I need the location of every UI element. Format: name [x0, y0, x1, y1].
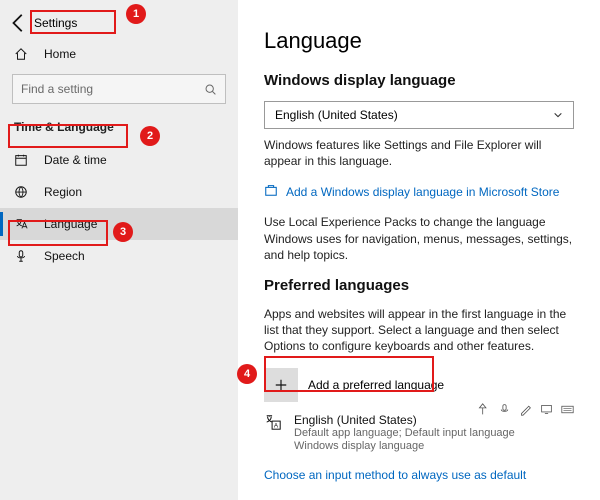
search-placeholder: Find a setting: [21, 82, 204, 96]
preferred-languages-desc: Apps and websites will appear in the fir…: [264, 306, 574, 355]
nav-label: Speech: [44, 249, 85, 263]
speech-recognition-icon: [498, 403, 511, 416]
search-input[interactable]: Find a setting: [12, 74, 226, 104]
plus-icon: [274, 378, 288, 392]
handwriting-icon: [519, 403, 532, 416]
home-icon: [14, 47, 34, 61]
add-button[interactable]: [264, 368, 298, 402]
nav-label: Region: [44, 185, 82, 199]
display-language-desc: Windows features like Settings and File …: [264, 137, 574, 169]
store-language-link[interactable]: Add a Windows display language in Micros…: [264, 183, 578, 200]
titlebar: Settings: [0, 8, 238, 38]
keyboard-icon: [561, 403, 574, 416]
display-language-select[interactable]: English (United States): [264, 101, 574, 129]
display-language-icon: [540, 403, 553, 416]
language-icon: [14, 217, 34, 231]
add-preferred-language[interactable]: Add a preferred language: [264, 367, 578, 403]
sidebar-item-language[interactable]: Language: [0, 208, 238, 240]
nav-label: Language: [44, 217, 97, 231]
text-to-speech-icon: [477, 403, 490, 416]
default-input-method-link[interactable]: Choose an input method to always use as …: [264, 468, 578, 482]
search-icon: [204, 83, 217, 96]
main-content: Language Windows display language Englis…: [238, 0, 600, 500]
arrow-left-icon: [8, 12, 30, 34]
sidebar-item-home[interactable]: Home: [0, 38, 238, 70]
section-display-language: Windows display language: [264, 72, 578, 89]
app-title: Settings: [34, 16, 77, 30]
section-preferred-languages: Preferred languages: [264, 277, 578, 294]
sidebar: Settings Home Find a setting Time & Lang…: [0, 0, 238, 500]
select-value: English (United States): [275, 108, 553, 122]
store-icon: [264, 183, 278, 200]
page-title: Language: [264, 28, 578, 54]
language-entry[interactable]: A English (United States) Default app la…: [264, 413, 578, 455]
language-meta: Default app language; Default input lang…: [294, 427, 515, 441]
language-meta-2: Windows display language: [294, 440, 515, 454]
link-text: Add a Windows display language in Micros…: [286, 185, 559, 199]
language-text: English (United States) Default app lang…: [294, 413, 515, 455]
sidebar-item-speech[interactable]: Speech: [0, 240, 238, 272]
experience-packs-desc: Use Local Experience Packs to change the…: [264, 214, 574, 263]
calendar-icon: [14, 153, 34, 167]
globe-icon: [14, 185, 34, 199]
sidebar-item-region[interactable]: Region: [0, 176, 238, 208]
chevron-down-icon: [553, 110, 563, 120]
svg-text:A: A: [274, 422, 279, 429]
nav-label: Home: [44, 47, 76, 61]
language-feature-icons: [477, 403, 574, 416]
microphone-icon: [14, 249, 34, 263]
nav-label: Date & time: [44, 153, 107, 167]
back-button[interactable]: [8, 12, 30, 34]
language-glyph-icon: A: [264, 413, 284, 433]
sidebar-section-header: Time & Language: [0, 114, 238, 144]
add-label: Add a preferred language: [308, 378, 444, 392]
sidebar-item-date-time[interactable]: Date & time: [0, 144, 238, 176]
